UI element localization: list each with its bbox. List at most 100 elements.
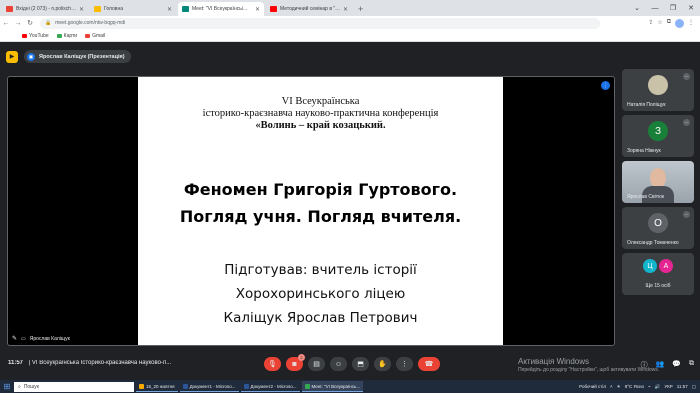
meeting-info: 11:57 | VI Всеукраїнська Історико-краєзн…: [8, 360, 238, 366]
close-icon[interactable]: ✕: [343, 6, 348, 13]
emoji-icon: ☺: [334, 360, 343, 368]
phone-end-icon: ☎: [424, 361, 434, 368]
new-tab-button[interactable]: +: [358, 2, 363, 16]
participant-tile[interactable]: О ⋯ Олександр Томаченко: [622, 207, 694, 249]
meet-top-bar: ▶ ▣ Ярослав Каліщук (Презентація): [6, 50, 131, 63]
slide-line-3: «Волинь – край козацький.: [255, 120, 386, 131]
address-bar[interactable]: 🔒 meet.google.com/ntw-bqgq-mdi: [40, 17, 600, 29]
pin-icon[interactable]: ✎: [12, 335, 17, 342]
meet-icon: [182, 6, 189, 12]
minimize-button[interactable]: —: [646, 5, 664, 12]
keyboard-layout[interactable]: УКР: [664, 384, 672, 389]
mic-off-icon: ⋯: [683, 73, 690, 80]
participant-tile[interactable]: Ярослав Світюк: [622, 161, 694, 203]
close-window-button[interactable]: ✕: [682, 4, 700, 12]
reactions-button[interactable]: ☺: [330, 357, 347, 371]
clock[interactable]: 11:57: [677, 384, 688, 389]
bookmark-maps[interactable]: Карти: [56, 33, 77, 39]
star-icon[interactable]: ☆: [657, 19, 662, 28]
browser-tab-meet[interactable]: Meet: "VI Всеукраїнсьі... ✕: [178, 2, 264, 16]
network-icon[interactable]: ⌁: [648, 384, 651, 390]
activities-icon[interactable]: ⧉: [689, 360, 694, 370]
windows-start-icon[interactable]: ⊞: [0, 382, 14, 391]
back-button[interactable]: ←: [0, 20, 12, 27]
search-placeholder: Пошук: [23, 383, 39, 390]
share-icon[interactable]: ⇪: [648, 19, 653, 28]
taskbar-app-label: 15_20 жовтня: [146, 383, 175, 389]
mic-toggle-button[interactable]: 🎙: [264, 357, 281, 371]
browser-tabstrip: Вхідні (2 073) - n.polischuk@... ✕ Голов…: [0, 0, 700, 16]
tab-title: Meet: "VI Всеукраїнсьі...: [192, 6, 248, 12]
taskbar-app[interactable]: 15_20 жовтня: [136, 381, 178, 392]
menu-icon[interactable]: ⋮: [688, 19, 694, 28]
volume-icon[interactable]: 🔊: [655, 384, 661, 390]
slide-sub-1: Підготував: вчитель історії: [224, 262, 417, 278]
chevron-up-icon[interactable]: ˄: [610, 384, 613, 389]
tab-title: Методичний семінар в "Культ...: [280, 6, 341, 12]
info-icon[interactable]: ⓘ: [641, 360, 648, 370]
bookmark-label: YouTube: [29, 32, 49, 39]
chat-icon[interactable]: 💬: [672, 360, 681, 370]
browser-tab-youtube[interactable]: Методичний семінар в "Культ... ✕: [266, 2, 352, 16]
captions-button[interactable]: ▤: [308, 357, 325, 371]
participant-head: [650, 168, 666, 188]
participant-tiles: ⋯ Наталія Поліщук З ⋯ Зоряна Ніжнук Ярос…: [622, 69, 694, 299]
desktop-label: Робочий стіл: [579, 384, 606, 389]
taskbar-app[interactable]: Документ2 - Microso...: [240, 381, 300, 392]
participant-name: Олександр Томаченко: [627, 240, 679, 246]
home-icon: [94, 6, 101, 12]
extensions-icon[interactable]: ⧉: [667, 19, 671, 28]
meet-area: ▶ ▣ Ярослав Каліщук (Презентація) VI Все…: [0, 42, 700, 380]
tab-search-icon[interactable]: ⌄: [628, 4, 646, 12]
presentation-stage[interactable]: VI Всеукраїнська історико-краєзнавча нау…: [7, 76, 615, 346]
raise-hand-button[interactable]: ✋: [374, 357, 391, 371]
youtube-icon: [22, 33, 27, 38]
tab-title: Вхідні (2 073) - n.polischuk@...: [16, 6, 77, 12]
more-participants-tile[interactable]: Ц А Ще 15 осіб: [622, 253, 694, 295]
taskbar-search[interactable]: ⌕ Пошук: [14, 381, 134, 392]
activation-text: Перейдіть до розділу "Настройки", щоб ак…: [518, 367, 660, 373]
taskbar-app-label: Документ2 - Microso...: [250, 383, 297, 389]
participant-name: Ярослав Світюк: [627, 194, 665, 200]
camera-toggle-button[interactable]: ◙ 2: [286, 354, 305, 371]
captions-icon: ▤: [313, 361, 320, 368]
close-icon[interactable]: ✕: [255, 6, 260, 13]
bookmark-gmail[interactable]: Gmail: [85, 33, 105, 39]
toolbar-icons: ⇪ ☆ ⧉ ⋮: [648, 18, 700, 28]
people-icon[interactable]: 👥: [656, 360, 665, 370]
mic-off-icon: ⋯: [683, 211, 690, 218]
meeting-time: 11:57: [8, 360, 24, 366]
close-icon[interactable]: ✕: [79, 6, 84, 13]
forward-button[interactable]: →: [12, 20, 24, 27]
profile-avatar[interactable]: [675, 18, 684, 28]
stage-name-label: ✎ ▭ Ярослав Каліщук: [12, 335, 70, 343]
presenter-pill[interactable]: ▣ Ярослав Каліщук (Презентація): [24, 50, 131, 63]
reload-button[interactable]: ↻: [24, 19, 36, 27]
participant-name: Наталія Поліщук: [627, 102, 666, 108]
windows-activation-watermark: Активація Windows Перейдіть до розділу "…: [518, 357, 659, 373]
close-icon[interactable]: ✕: [167, 6, 172, 13]
taskbar-app[interactable]: Meet: "VI Всеукраїнсь...: [301, 381, 364, 392]
taskbar-app[interactable]: Документ1 - Microso...: [179, 381, 239, 392]
bookmark-youtube[interactable]: YouTube: [22, 33, 49, 39]
maximize-button[interactable]: ❐: [664, 4, 682, 12]
slide-title-1: Феномен Григорія Гуртового.: [183, 180, 458, 199]
notification-icon[interactable]: ▢: [692, 384, 696, 390]
participant-name: Зоряна Ніжнук: [627, 148, 661, 154]
weather-text[interactable]: 9°C Ясно: [625, 384, 644, 389]
browser-tab-gmail[interactable]: Вхідні (2 073) - n.polischuk@... ✕: [2, 2, 88, 16]
leave-call-button[interactable]: ☎: [418, 357, 440, 371]
more-icon: ⋮: [401, 361, 408, 368]
avatar: З: [648, 121, 668, 141]
lock-icon[interactable]: 🔒: [45, 20, 51, 26]
mic-off-icon: ⋯: [683, 119, 690, 126]
more-options-button[interactable]: ⋮: [396, 357, 413, 371]
url-text: meet.google.com/ntw-bqgq-mdi: [55, 20, 126, 26]
browser-tab-home[interactable]: Головна ✕: [90, 2, 176, 16]
screen-share-icon: ▭: [21, 335, 26, 342]
youtube-icon: [270, 6, 277, 12]
participant-tile[interactable]: ⋯ Наталія Поліщук: [622, 69, 694, 111]
window-controls: ⌄ — ❐ ✕: [628, 0, 700, 16]
participant-tile[interactable]: З ⋯ Зоряна Ніжнук: [622, 115, 694, 157]
present-button[interactable]: ⬒: [352, 357, 369, 371]
